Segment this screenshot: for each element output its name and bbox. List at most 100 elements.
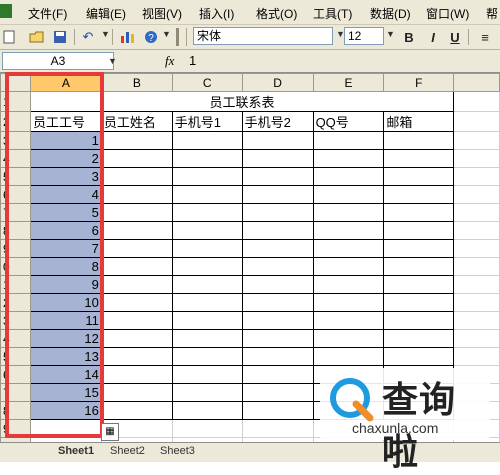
cell[interactable]	[312, 311, 385, 330]
tab-sheet3[interactable]: Sheet3	[160, 445, 195, 457]
cell[interactable]	[241, 347, 314, 366]
header-cell-employee-id[interactable]: 员工工号	[29, 111, 102, 132]
row-header[interactable]: 0	[0, 257, 31, 276]
cell[interactable]	[100, 365, 173, 384]
cell[interactable]	[383, 131, 455, 150]
cell[interactable]	[383, 311, 455, 330]
formula-input[interactable]: 1	[189, 53, 196, 68]
employee-id-cell[interactable]: 16	[29, 401, 102, 420]
cell[interactable]	[171, 383, 243, 402]
cell[interactable]	[29, 419, 102, 438]
cell[interactable]	[383, 149, 455, 168]
cell[interactable]	[312, 239, 385, 258]
employee-id-cell[interactable]: 9	[29, 275, 102, 294]
cell[interactable]	[383, 221, 455, 240]
employee-id-cell[interactable]: 7	[29, 239, 102, 258]
cell[interactable]	[171, 419, 243, 438]
cell[interactable]	[453, 91, 500, 112]
cell[interactable]	[100, 221, 173, 240]
header-cell-email[interactable]: 邮箱	[383, 111, 455, 132]
cell[interactable]	[100, 293, 173, 312]
function-icon[interactable]: fx	[165, 53, 174, 69]
cell[interactable]	[241, 275, 314, 294]
cell[interactable]	[100, 275, 173, 294]
row-header[interactable]: 9	[0, 239, 31, 258]
cell[interactable]	[453, 311, 500, 330]
cell[interactable]	[171, 221, 243, 240]
cell[interactable]	[383, 185, 455, 204]
header-cell-phone1[interactable]: 手机号1	[171, 111, 243, 132]
cell[interactable]	[100, 329, 173, 348]
sheet-title-cell[interactable]: 员工联系表	[29, 91, 455, 112]
cell[interactable]	[453, 329, 500, 348]
column-header-g[interactable]	[453, 73, 500, 92]
save-icon[interactable]	[51, 28, 69, 46]
column-header-d[interactable]: D	[241, 73, 314, 92]
cell[interactable]	[171, 167, 243, 186]
cell[interactable]	[171, 365, 243, 384]
header-cell-phone2[interactable]: 手机号2	[241, 111, 314, 132]
employee-id-cell[interactable]: 11	[29, 311, 102, 330]
cell[interactable]	[453, 239, 500, 258]
cell[interactable]	[171, 185, 243, 204]
menu-view[interactable]: 视图(V)	[142, 5, 182, 22]
cell[interactable]	[383, 275, 455, 294]
cell[interactable]	[312, 329, 385, 348]
employee-id-cell[interactable]: 5	[29, 203, 102, 222]
cell[interactable]	[312, 347, 385, 366]
header-cell-qq[interactable]: QQ号	[312, 111, 385, 132]
tab-sheet1[interactable]: Sheet1	[58, 445, 94, 457]
row-header[interactable]: 5	[0, 167, 31, 186]
cell[interactable]	[383, 239, 455, 258]
cell[interactable]	[383, 329, 455, 348]
employee-id-cell[interactable]: 8	[29, 257, 102, 276]
cell[interactable]	[312, 131, 385, 150]
cell[interactable]	[241, 419, 314, 438]
autofill-options-icon[interactable]: ▦	[101, 423, 119, 441]
cell[interactable]	[241, 167, 314, 186]
row-header[interactable]: 6	[0, 365, 31, 384]
undo-icon[interactable]: ↶	[79, 28, 97, 46]
column-header-c[interactable]: C	[171, 73, 243, 92]
cell[interactable]	[100, 149, 173, 168]
row-header[interactable]: 2	[0, 111, 31, 132]
cell[interactable]	[383, 347, 455, 366]
cell[interactable]	[100, 185, 173, 204]
menu-file[interactable]: 文件(F)	[28, 5, 67, 22]
cell[interactable]	[383, 293, 455, 312]
cell[interactable]	[171, 131, 243, 150]
cell[interactable]	[453, 131, 500, 150]
cell[interactable]	[453, 257, 500, 276]
employee-id-cell[interactable]: 15	[29, 383, 102, 402]
cell[interactable]	[100, 203, 173, 222]
cell[interactable]	[312, 185, 385, 204]
employee-id-cell[interactable]: 13	[29, 347, 102, 366]
cell[interactable]	[171, 149, 243, 168]
cell[interactable]	[312, 293, 385, 312]
cell[interactable]	[241, 293, 314, 312]
cell[interactable]	[171, 347, 243, 366]
font-name-combo[interactable]: 宋体	[193, 27, 333, 45]
menu-tools[interactable]: 工具(T)	[313, 5, 352, 22]
employee-id-cell[interactable]: 10	[29, 293, 102, 312]
cell[interactable]	[100, 167, 173, 186]
menu-edit[interactable]: 编辑(E)	[86, 5, 126, 22]
cell[interactable]	[241, 239, 314, 258]
name-box-dropdown-icon[interactable]: ▼	[108, 56, 117, 66]
cell[interactable]	[312, 149, 385, 168]
italic-button[interactable]: I	[424, 28, 442, 46]
cell[interactable]	[453, 221, 500, 240]
cell[interactable]	[171, 239, 243, 258]
toolbar-options-icon[interactable]: ▼	[162, 29, 171, 39]
row-header[interactable]: 9	[0, 419, 31, 438]
row-header[interactable]: 1	[0, 91, 31, 112]
help-icon[interactable]: ?	[142, 28, 160, 46]
menu-window[interactable]: 窗口(W)	[426, 5, 469, 22]
cell[interactable]	[383, 203, 455, 222]
row-header[interactable]: 3	[0, 131, 31, 150]
cell[interactable]	[241, 221, 314, 240]
row-header[interactable]: 8	[0, 221, 31, 240]
cell[interactable]	[312, 275, 385, 294]
cell[interactable]	[241, 329, 314, 348]
chart-icon[interactable]	[119, 28, 137, 46]
